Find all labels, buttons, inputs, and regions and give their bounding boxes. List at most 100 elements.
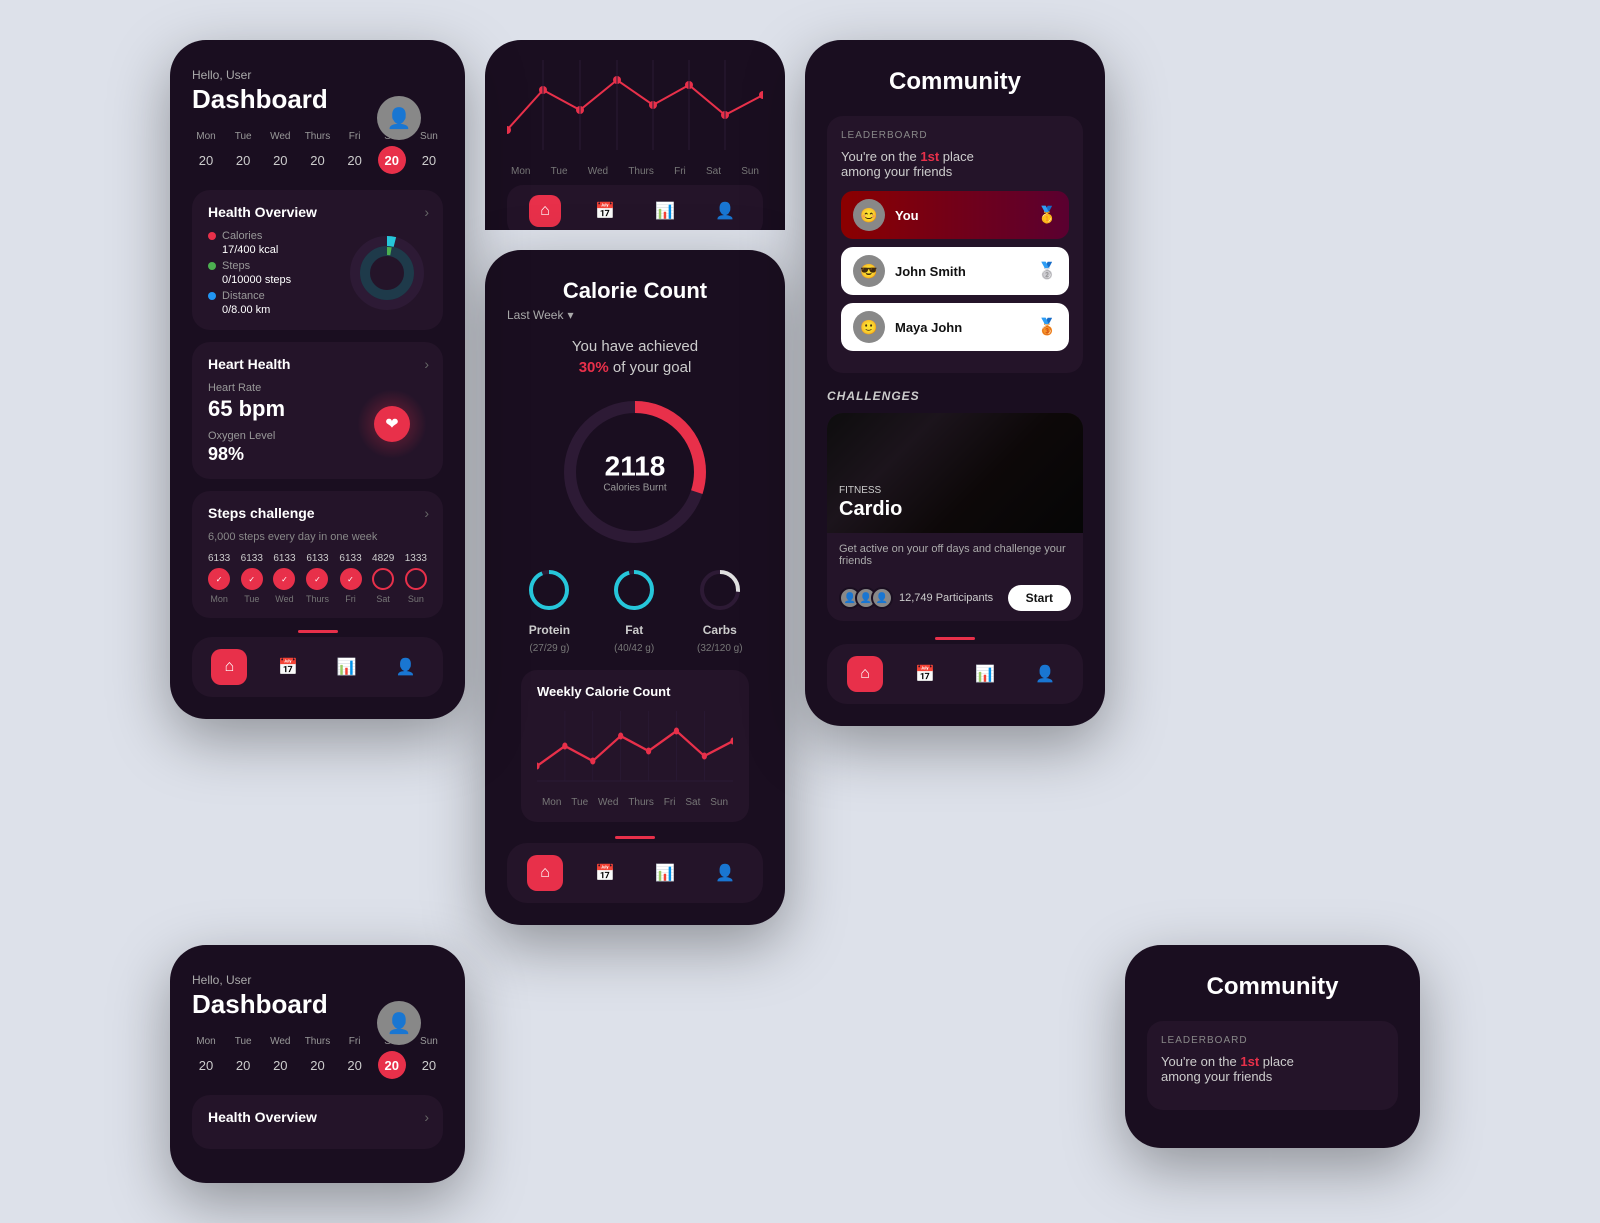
challenge-footer: 👤 👤 👤 12,749 Participants Start [827,575,1083,621]
calories-dot [208,232,216,240]
cal-tue-b[interactable]: Tue 20 [229,1036,257,1079]
leaderboard-card-b: LEADERBOARD You're on the 1st placeamong… [1147,1021,1398,1110]
leaderboard-card: LEADERBOARD You're on the 1st placeamong… [827,116,1083,373]
you-avatar: 😊 [853,199,885,231]
calorie-nav-chart[interactable]: 📊 [647,855,683,891]
cal-thurs-b[interactable]: Thurs 20 [303,1036,331,1079]
nav-calendar[interactable]: 📅 [270,649,306,685]
calorie-nav-home[interactable]: ⌂ [527,855,563,891]
partial-chart-days: Mon Tue Wed Thurs Fri Sat Sun [507,166,763,177]
calorie-nav-user[interactable]: 👤 [707,855,743,891]
community-phone: Community LEADERBOARD You're on the 1st … [805,40,1105,726]
cal-fri[interactable]: Fri 20 [341,131,369,174]
leaderboard-you[interactable]: 😊 You 🥇 [841,191,1069,239]
cal-fri-b[interactable]: Fri 20 [341,1036,369,1079]
leaderboard-john[interactable]: 😎 John Smith 🥈 [841,247,1069,295]
dashboard-phone-bottom: Hello, User Dashboard 👤 Mon 20 Tue 20 We… [170,945,465,1183]
calorie-phone: Calorie Count Last Week ▾ You have achie… [485,250,785,925]
community-card: Community LEADERBOARD You're on the 1st … [805,40,1105,726]
step-day-fri: 6133 ✓ Fri [339,553,361,604]
cal-wed-b[interactable]: Wed 20 [266,1036,294,1079]
greeting: Hello, User [192,68,443,82]
p-av-3: 👤 [871,587,893,609]
step-circle-mon: ✓ [208,568,230,590]
step-circle-tue: ✓ [241,568,263,590]
steps-chevron[interactable]: › [424,505,429,521]
calorie-center: 2118 Calories Burnt [603,451,666,494]
fat-circle [612,568,656,617]
nav-chart[interactable]: 📊 [329,649,365,685]
chevron-down-icon: ▾ [567,308,573,322]
avatar-image-b: 👤 [377,1001,421,1045]
nav-user[interactable]: 👤 [388,649,424,685]
lb-subtitle: You're on the 1st placeamong your friend… [841,149,1069,179]
step-circle-fri: ✓ [340,568,362,590]
challenge-overlay: FITNESS Cardio [827,413,1083,533]
maya-avatar: 🙂 [853,311,885,343]
health-chevron-b[interactable]: › [424,1109,429,1125]
step-day-mon: 6133 ✓ Mon [208,553,230,604]
step-day-sat: 4829 Sat [372,553,394,604]
step-circle-sat [372,568,394,590]
calorie-column: Mon Tue Wed Thurs Fri Sat Sun ⌂ 📅 📊 👤 [485,40,785,925]
protein-macro: Protein (27/29 g) [527,568,571,654]
partial-nav-home[interactable]: ⌂ [529,195,561,227]
step-circle-thurs: ✓ [306,568,328,590]
community-phone-bottom: Community LEADERBOARD You're on the 1st … [1125,945,1420,1148]
partial-chart-top: Mon Tue Wed Thurs Fri Sat Sun ⌂ 📅 📊 👤 [485,40,785,230]
heart-health-card: Heart Health › Heart Rate 65 bpm Oxygen … [192,342,443,479]
community-nav-indicator [935,637,975,640]
start-challenge-button[interactable]: Start [1008,585,1071,611]
avatar-image: 👤 [377,96,421,140]
health-stats: Calories 17/400 kcal Steps 0/10000 steps… [208,230,347,316]
fat-macro: Fat (40/42 g) [612,568,656,654]
leaderboard-maya[interactable]: 🙂 Maya John 🥉 [841,303,1069,351]
comm-nav-home[interactable]: ⌂ [847,656,883,692]
dashboard-phone: Hello, User Dashboard 👤 Mon 20 Tue 20 We… [170,40,465,719]
steps-days-row: 6133 ✓ Mon 6133 ✓ Tue 6133 ✓ Wed [208,553,427,604]
bottom-nav: ⌂ 📅 📊 👤 [192,637,443,697]
heart-info: Heart Rate 65 bpm Oxygen Level 98% [208,382,285,465]
step-day-thurs: 6133 ✓ Thurs [306,553,329,604]
steps-stat: Steps [208,260,347,272]
participants-row: 👤 👤 👤 12,749 Participants [839,587,993,609]
participant-avatars: 👤 👤 👤 [839,587,893,609]
weekly-chart [537,711,733,791]
heart-chevron[interactable]: › [424,356,429,372]
goal-pct-line: 30% of your goal [507,359,763,376]
steps-challenge-card: Steps challenge › 6,000 steps every day … [192,491,443,618]
health-overview-chevron[interactable]: › [424,204,429,220]
distance-dot [208,292,216,300]
weekly-calorie-card: Weekly Calorie Count [521,670,749,822]
avatar-b: 👤 [377,1001,421,1045]
partial-nav-user[interactable]: 👤 [709,195,741,227]
lb-subtitle-b: You're on the 1st placeamong your friend… [1161,1054,1384,1084]
protein-circle [527,568,571,617]
comm-nav-calendar[interactable]: 📅 [907,656,943,692]
calorie-nav-calendar[interactable]: 📅 [587,855,623,891]
cal-thurs[interactable]: Thurs 20 [303,131,331,174]
goal-text: You have achieved [507,338,763,355]
partial-nav-chart[interactable]: 📊 [649,195,681,227]
cal-mon-b[interactable]: Mon 20 [192,1036,220,1079]
cal-tue[interactable]: Tue 20 [229,131,257,174]
challenge-card: FITNESS Cardio Get active on your off da… [827,413,1083,621]
last-week-selector[interactable]: Last Week ▾ [507,308,763,322]
heart-glow: ❤ [357,389,427,459]
cal-wed[interactable]: Wed 20 [266,131,294,174]
comm-nav-user[interactable]: 👤 [1027,656,1063,692]
step-day-wed: 6133 ✓ Wed [273,553,295,604]
partial-nav-cal[interactable]: 📅 [589,195,621,227]
health-overview-card-b: Health Overview › [192,1095,443,1149]
nav-home[interactable]: ⌂ [211,649,247,685]
carbs-circle [698,568,742,617]
avatar: 👤 [377,96,421,140]
cal-mon[interactable]: Mon 20 [192,131,220,174]
carbs-macro: Carbs (32/120 g) [697,568,743,654]
partial-line-chart [507,60,763,150]
step-day-tue: 6133 ✓ Tue [241,553,263,604]
step-circle-wed: ✓ [273,568,295,590]
step-day-sun: 1333 Sun [405,553,427,604]
john-avatar: 😎 [853,255,885,287]
comm-nav-chart[interactable]: 📊 [967,656,1003,692]
